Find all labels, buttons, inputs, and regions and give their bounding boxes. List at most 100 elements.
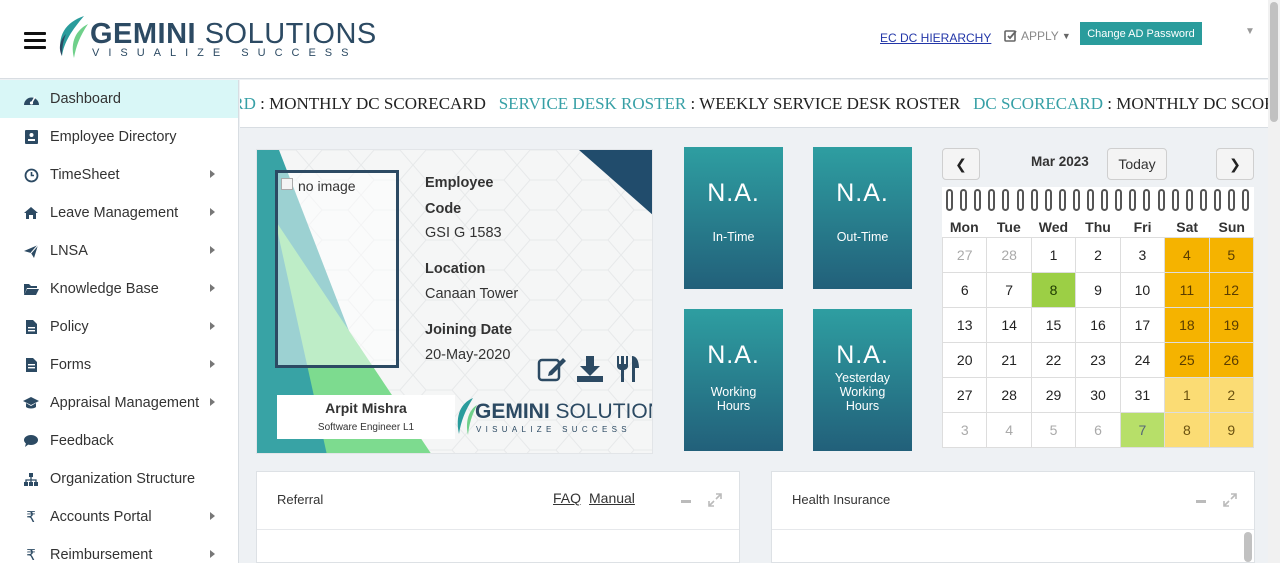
calendar-day-cell[interactable]: 1 bbox=[1031, 238, 1077, 273]
working-hours-tile: N.A. Working Hours bbox=[684, 309, 783, 451]
working-hours-label: Working Hours bbox=[710, 385, 757, 413]
calendar-day-cell[interactable]: 28 bbox=[987, 238, 1032, 273]
calendar-day-cell[interactable]: 31 bbox=[1120, 378, 1166, 413]
calendar-prev-button[interactable]: ❮ bbox=[942, 148, 980, 180]
calendar-day-cell[interactable]: 3 bbox=[943, 413, 988, 448]
card-actions bbox=[537, 354, 643, 384]
change-ad-password-button[interactable]: Change AD Password bbox=[1080, 22, 1202, 45]
sidebar-item-label: Leave Management bbox=[50, 205, 179, 221]
calendar-day-cell[interactable]: 29 bbox=[1031, 378, 1077, 413]
sidebar-item-accounts-portal[interactable]: ₹ Accounts Portal bbox=[0, 498, 238, 536]
home-icon bbox=[22, 204, 40, 222]
expand-icon[interactable] bbox=[1222, 492, 1238, 508]
calendar-day-cell[interactable]: 5 bbox=[1209, 238, 1254, 273]
calendar-day-cell[interactable]: 1 bbox=[1165, 378, 1210, 413]
calendar-day-cell[interactable]: 6 bbox=[943, 273, 988, 308]
sidebar-item-label: Appraisal Management bbox=[50, 395, 200, 411]
calendar-day-cell[interactable]: 23 bbox=[1076, 343, 1121, 378]
calendar-day-cell[interactable]: 10 bbox=[1120, 273, 1166, 308]
sidebar-item-employee-directory[interactable]: Employee Directory bbox=[0, 118, 238, 156]
calendar-day-cell[interactable]: 25 bbox=[1165, 343, 1210, 378]
calendar-day-cell[interactable]: 15 bbox=[1031, 308, 1077, 343]
gemini-logo[interactable]: GEMINI SOLUTIONS VISUALIZE SUCCESS bbox=[54, 14, 384, 62]
sidebar-item-organization-structure[interactable]: Organization Structure bbox=[0, 460, 238, 498]
calendar-day-cell[interactable]: 19 bbox=[1209, 308, 1254, 343]
marquee-link[interactable]: DC SCORECARD bbox=[973, 94, 1103, 113]
out-time-value: N.A. bbox=[836, 179, 889, 207]
sidebar-item-timesheet[interactable]: TimeSheet bbox=[0, 156, 238, 194]
calendar-day-cell[interactable]: 28 bbox=[987, 378, 1032, 413]
calendar-day-cell[interactable]: 8 bbox=[1165, 413, 1210, 448]
edit-icon[interactable] bbox=[537, 354, 567, 384]
calendar-day-cell[interactable]: 30 bbox=[1076, 378, 1121, 413]
sidebar-item-lnsa[interactable]: LNSA bbox=[0, 232, 238, 270]
download-icon[interactable] bbox=[575, 354, 605, 384]
binding-ring bbox=[1115, 189, 1123, 211]
calendar-day-cell[interactable]: 26 bbox=[1209, 343, 1254, 378]
calendar-day-cell[interactable]: 20 bbox=[943, 343, 988, 378]
calendar-day-cell[interactable]: 13 bbox=[943, 308, 988, 343]
calendar-day-cell[interactable]: 2 bbox=[1076, 238, 1121, 273]
rupee-icon: ₹ bbox=[26, 547, 36, 563]
binding-ring bbox=[988, 189, 996, 211]
calendar-day-cell[interactable]: 5 bbox=[1031, 413, 1077, 448]
calendar-day-cell[interactable]: 16 bbox=[1076, 308, 1121, 343]
sidebar-item-policy[interactable]: Policy bbox=[0, 308, 238, 346]
binding-ring bbox=[1242, 189, 1250, 211]
marquee-link[interactable]: SERVICE DESK ROSTER bbox=[499, 94, 687, 113]
calendar-today-button[interactable]: Today bbox=[1107, 148, 1167, 180]
calendar-day-cell[interactable]: 11 bbox=[1165, 273, 1210, 308]
binding-ring bbox=[1087, 189, 1094, 211]
calendar-day-cell[interactable]: 8 bbox=[1031, 273, 1077, 308]
cafeteria-icon[interactable] bbox=[613, 354, 643, 384]
calendar-day-cell[interactable]: 27 bbox=[943, 378, 988, 413]
employee-code-value: GSI G 1583 bbox=[425, 225, 502, 241]
calendar-day-cell[interactable]: 7 bbox=[987, 273, 1032, 308]
calendar-next-button[interactable]: ❯ bbox=[1216, 148, 1254, 180]
sidebar-item-forms[interactable]: Forms bbox=[0, 346, 238, 384]
sidebar-item-reimbursement[interactable]: ₹ Reimbursement bbox=[0, 536, 238, 563]
health-insurance-panel: Health Insurance bbox=[771, 471, 1255, 563]
sidebar-item-label: Policy bbox=[50, 319, 89, 335]
hamburger-menu-icon[interactable] bbox=[24, 32, 46, 50]
calendar-day-cell[interactable]: 18 bbox=[1165, 308, 1210, 343]
sidebar-item-feedback[interactable]: Feedback bbox=[0, 422, 238, 460]
chevron-right-icon bbox=[210, 550, 215, 558]
calendar-day-cell[interactable]: 17 bbox=[1120, 308, 1166, 343]
minimize-icon[interactable] bbox=[681, 500, 691, 503]
sidebar-item-appraisal-management[interactable]: Appraisal Management bbox=[0, 384, 238, 422]
calendar-day-cell[interactable]: 9 bbox=[1076, 273, 1121, 308]
calendar-day-cell[interactable]: 24 bbox=[1120, 343, 1166, 378]
calendar-day-cell[interactable]: 9 bbox=[1209, 413, 1254, 448]
apply-dropdown[interactable]: APPLY ▼ bbox=[1004, 29, 1071, 43]
calendar-day-cell[interactable]: 12 bbox=[1209, 273, 1254, 308]
calendar-day-cell[interactable]: 7 bbox=[1120, 413, 1166, 448]
scrollbar-thumb[interactable] bbox=[1270, 2, 1278, 122]
faq-link[interactable]: FAQ bbox=[553, 490, 581, 506]
sidebar-item-dashboard[interactable]: Dashboard bbox=[0, 80, 238, 118]
minimize-icon[interactable] bbox=[1196, 500, 1206, 503]
calendar-day-cell[interactable]: 21 bbox=[987, 343, 1032, 378]
calendar-day-cell[interactable]: 14 bbox=[987, 308, 1032, 343]
calendar-day-cell[interactable]: 6 bbox=[1076, 413, 1121, 448]
panel-scrollbar[interactable] bbox=[1244, 532, 1252, 562]
employee-code-label: Employee Code bbox=[425, 170, 494, 222]
manual-link[interactable]: Manual bbox=[589, 490, 635, 506]
sidebar-item-label: Employee Directory bbox=[50, 129, 177, 145]
calendar-day-cell[interactable]: 4 bbox=[1165, 238, 1210, 273]
page-scrollbar[interactable] bbox=[1268, 0, 1280, 563]
user-menu-caret-icon[interactable]: ▼ bbox=[1245, 26, 1255, 37]
sidebar-item-knowledge-base[interactable]: Knowledge Base bbox=[0, 270, 238, 308]
ec-dc-hierarchy-link[interactable]: EC DC HIERARCHY bbox=[880, 31, 991, 45]
calendar-day-cell[interactable]: 22 bbox=[1031, 343, 1077, 378]
marquee-link[interactable]: DC SCORECARD bbox=[240, 94, 256, 113]
expand-icon[interactable] bbox=[707, 492, 723, 508]
calendar-day-cell[interactable]: 27 bbox=[943, 238, 988, 273]
sidebar-item-label: Knowledge Base bbox=[50, 281, 159, 297]
referral-title: Referral bbox=[277, 492, 324, 507]
calendar-day-cell[interactable]: 2 bbox=[1209, 378, 1254, 413]
calendar-weekday-header: Mon Tue Wed Thu Fri Sat Sun bbox=[942, 217, 1254, 237]
calendar-day-cell[interactable]: 3 bbox=[1120, 238, 1166, 273]
sidebar-item-leave-management[interactable]: Leave Management bbox=[0, 194, 238, 232]
calendar-day-cell[interactable]: 4 bbox=[987, 413, 1032, 448]
